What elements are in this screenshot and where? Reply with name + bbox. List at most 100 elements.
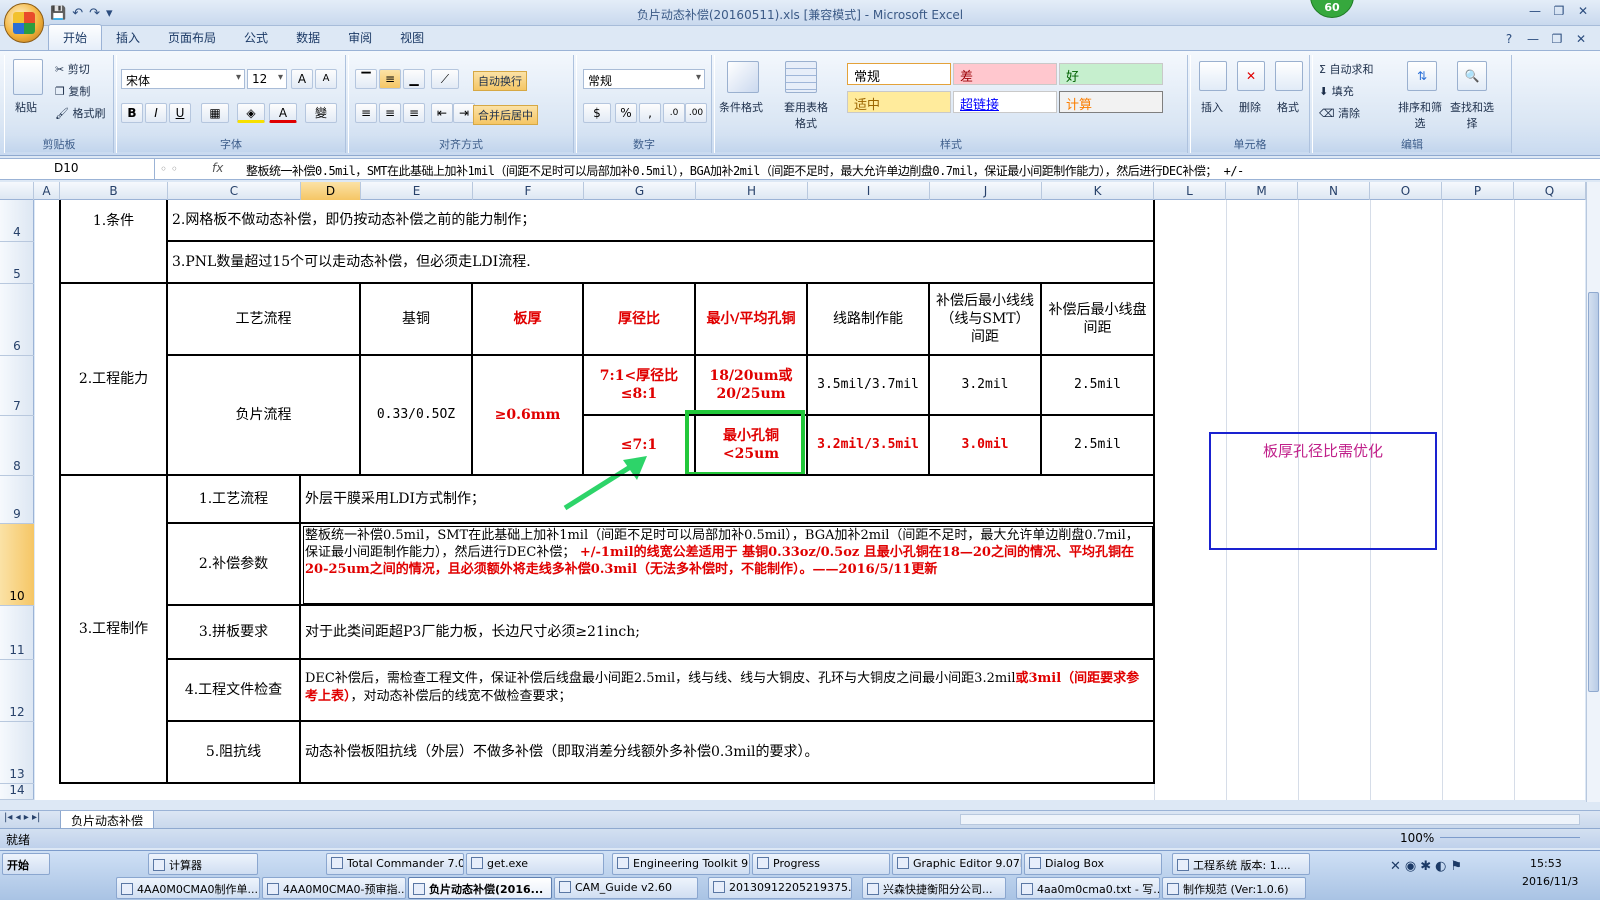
header-thickness[interactable]: 板厚 [473,282,584,356]
currency-icon[interactable]: $ [583,103,611,123]
vertical-scrollbar[interactable] [1586,182,1600,802]
decrease-indent-icon[interactable]: ⇤ [431,103,453,123]
header-min-line-spacing[interactable]: 补偿后最小线线（线与SMT）间距 [930,282,1042,356]
style-normal[interactable]: 常规 [847,63,951,85]
cell-ratio-1[interactable]: 7:1<厚径比≤8:1 [584,356,696,416]
name-box[interactable]: D10 [0,159,155,179]
taskbar-item[interactable]: 兴森快捷衡阳分公司... [862,877,1006,899]
taskbar-item[interactable]: 4AA0M0CMA0制作单... [116,877,260,899]
item-text-selected[interactable]: 整板统一补偿0.5mil，SMT在此基础上加补1mil（间距不足时可以局部加补0… [301,524,1155,606]
item-text[interactable]: 外层干膜采用LDI方式制作； [301,474,1155,524]
item-label[interactable]: 4.工程文件检查 [168,660,301,722]
align-left-icon[interactable]: ≡ [355,103,377,123]
shrink-font-button[interactable]: A [315,69,337,89]
tab-view[interactable]: 视图 [386,25,438,50]
taskbar-item[interactable]: Dialog Box [1024,853,1162,875]
delete-cells-button[interactable]: 删除 [1239,99,1261,115]
taskbar-item[interactable]: Total Commander 7.0... [326,853,464,875]
column-header[interactable]: J [930,182,1042,200]
header-line-capability[interactable]: 线路制作能 [808,282,930,356]
row-header[interactable]: 7 [0,356,34,416]
style-good[interactable]: 好 [1059,63,1163,85]
cell-condition-2[interactable]: 2.网格板不做动态补偿，即仍按动态补偿之前的能力制作； [168,200,1155,242]
cell-min-pad-2[interactable]: 2.5mil [1042,416,1155,476]
tab-data[interactable]: 数据 [282,25,334,50]
cell-negative-flow[interactable]: 负片流程 [168,356,361,476]
fill-color-icon[interactable]: ◈ [237,103,265,123]
cell-line-2[interactable]: 3.2mil/3.5mil [808,416,930,476]
row-header[interactable]: 11 [0,606,34,660]
header-hole-copper[interactable]: 最小/平均孔铜 [696,282,808,356]
cut-button[interactable]: ✂ 剪切 [55,61,90,77]
row-header[interactable]: 8 [0,416,34,476]
cell-min-line-1[interactable]: 3.2mil [930,356,1042,416]
column-header[interactable]: C [168,182,301,200]
increase-decimal-icon[interactable]: .0 [663,103,685,123]
select-all-corner[interactable] [0,182,34,200]
tab-formulas[interactable]: 公式 [230,25,282,50]
conditional-format-icon[interactable] [727,61,759,93]
column-header[interactable]: O [1370,182,1442,200]
sort-filter-icon[interactable]: ⇅ [1407,61,1437,91]
align-bottom-icon[interactable]: ▁ [403,69,425,89]
cell-base-copper[interactable]: 0.33/0.5OZ [361,356,473,476]
percent-button[interactable]: % [615,103,637,123]
copy-button[interactable]: ❐ 复制 [55,83,90,99]
column-header[interactable]: B [60,182,168,200]
insert-cells-button[interactable]: 插入 [1201,99,1223,115]
cell-eng-make-label[interactable]: 3.工程制作 [61,474,168,784]
border-icon[interactable]: ▦ [201,103,229,123]
cell-line-1[interactable]: 3.5mil/3.7mil [808,356,930,416]
conditional-format-button[interactable]: 条件格式 [719,99,763,115]
increase-indent-icon[interactable]: ⇥ [453,103,475,123]
item-label[interactable]: 3.拼板要求 [168,606,301,660]
format-painter-button[interactable]: 🖌 格式刷 [55,105,105,121]
taskbar-item-active[interactable]: 负片动态补偿(2016... [408,877,552,899]
align-right-icon[interactable]: ≡ [403,103,425,123]
doc-minimize-icon[interactable]: — [1522,30,1544,48]
taskbar-item[interactable]: 制作规范 (Ver:1.0.6) [1162,877,1306,899]
horizontal-scrollbar[interactable] [960,814,1580,825]
format-cells-icon[interactable] [1275,61,1303,91]
taskbar-item[interactable]: get.exe [466,853,604,875]
zoom-level[interactable]: 100% [1400,831,1434,845]
column-header[interactable]: I [808,182,930,200]
font-size-select[interactable]: 12 [247,69,287,89]
row-header[interactable]: 14 [0,783,34,800]
column-header[interactable]: A [34,182,60,200]
column-header[interactable]: D [301,182,361,200]
style-bad[interactable]: 差 [953,63,1057,85]
taskbar-item[interactable]: 4aa0m0cma0.txt - 写... [1016,877,1160,899]
cell-copper-1[interactable]: 18/20um或20/25um [696,356,808,416]
item-label[interactable]: 1.工艺流程 [168,474,301,524]
row-header[interactable]: 9 [0,476,34,524]
table-format-button[interactable]: 套用表格格式 [781,99,831,131]
office-button[interactable] [4,3,44,43]
delete-cells-icon[interactable]: ✕ [1237,61,1265,91]
tab-review[interactable]: 审阅 [334,25,386,50]
wrap-text-button[interactable]: 自动换行 [473,71,527,91]
taskbar-item[interactable]: Progress [752,853,890,875]
item-text[interactable]: 对于此类间距超P3厂能力板，长边尺寸必须≥21inch; [301,606,1155,660]
style-calculation[interactable]: 计算 [1059,91,1163,113]
font-name-select[interactable]: 宋体 [121,69,245,89]
item-text[interactable]: 动态补偿板阻抗线（外层）不做多补偿（即取消差分线额外多补偿0.3mil的要求）。 [301,722,1155,784]
zoom-slider[interactable] [1440,837,1580,851]
tab-page-layout[interactable]: 页面布局 [154,25,230,50]
item-text[interactable]: DEC补偿后，需检查工程文件，保证补偿后线盘最小间距2.5mil，线与线、线与大… [301,660,1155,722]
align-center-icon[interactable]: ≡ [379,103,401,123]
cell-condition-label[interactable]: 1.条件 [61,200,168,284]
cell-min-pad-1[interactable]: 2.5mil [1042,356,1155,416]
taskbar-item[interactable]: CAM_Guide v2.60 [554,877,698,899]
row-header[interactable]: 6 [0,284,34,356]
underline-button[interactable]: U [169,103,191,123]
doc-close-icon[interactable]: ✕ [1570,30,1592,48]
row-header[interactable]: 5 [0,242,34,284]
item-label[interactable]: 2.补偿参数 [168,524,301,606]
header-min-pad-spacing[interactable]: 补偿后最小线盘间距 [1042,282,1155,356]
taskbar-item[interactable]: 计算器 [148,853,258,875]
tab-home[interactable]: 开始 [48,24,103,50]
header-base-copper[interactable]: 基铜 [361,282,473,356]
taskbar-item[interactable]: 20130912205219375.r... [708,877,852,899]
italic-button[interactable]: I [145,103,167,123]
